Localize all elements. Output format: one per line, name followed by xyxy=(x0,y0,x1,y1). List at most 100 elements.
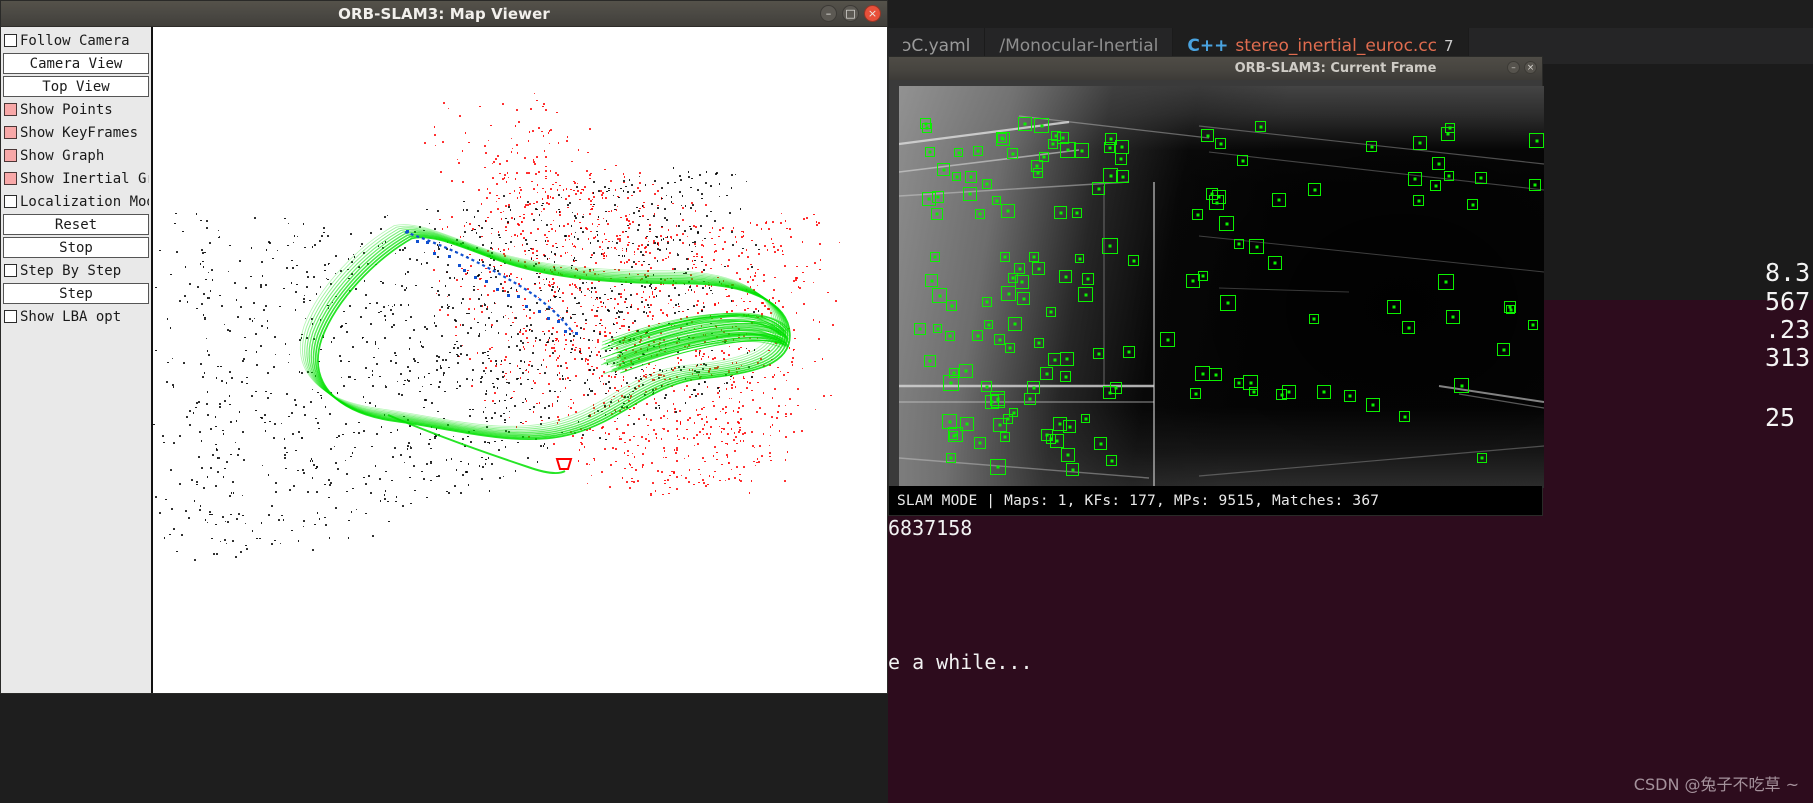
viewer-control-panel[interactable]: Follow Camera Camera View Top View Show Poi… xyxy=(1,27,153,693)
orb-keypoint xyxy=(984,320,993,329)
checkbox-box-show-graph[interactable] xyxy=(4,149,17,162)
orb-keypoint xyxy=(1103,386,1116,399)
map-viewer-titlebar[interactable]: ORB-SLAM3: Map Viewer – □ × xyxy=(1,1,887,27)
orb-keypoint xyxy=(943,375,959,391)
orb-keypoint xyxy=(1317,385,1331,399)
orb-keypoint xyxy=(1366,398,1380,412)
orb-keypoint xyxy=(1057,132,1069,144)
map-viewer-window[interactable]: ORB-SLAM3: Map Viewer – □ × Follow Camer… xyxy=(0,0,888,694)
map-viewer-window-controls[interactable]: – □ × xyxy=(820,5,881,22)
editor-tab-folder-label: /Monocular-Inertial xyxy=(999,36,1159,56)
button-label-stop: Stop xyxy=(59,239,93,256)
checkbox-show-points[interactable]: Show Points xyxy=(3,98,149,121)
checkbox-label-step-by-step: Step By Step xyxy=(20,262,122,279)
editor-tab-yaml-label: ɔC.yaml xyxy=(902,36,971,56)
orb-keypoint xyxy=(1192,209,1203,220)
orb-keypoint xyxy=(1309,314,1319,324)
orb-keypoint xyxy=(1234,239,1244,249)
current-frame-window-controls[interactable]: – × xyxy=(1507,61,1537,74)
orb-keypoint xyxy=(1399,411,1410,422)
orb-keypoint xyxy=(975,209,985,219)
orb-keypoint xyxy=(945,331,955,341)
orb-keypoint xyxy=(959,364,973,378)
orb-keypoint xyxy=(946,300,957,311)
orb-keypoint xyxy=(1032,262,1045,275)
orb-keypoint xyxy=(1014,263,1025,274)
orb-keypoint xyxy=(965,171,977,183)
checkbox-box-show-inertial-graph[interactable] xyxy=(4,172,17,185)
close-icon[interactable]: × xyxy=(864,5,881,22)
orb-keypoint xyxy=(1046,307,1056,317)
csdn-watermark: CSDN @兔子不吃草 ~ xyxy=(1633,775,1799,794)
orb-keypoint xyxy=(1366,141,1377,152)
orb-keypoint xyxy=(1454,378,1469,393)
button-reset[interactable]: Reset xyxy=(3,214,149,235)
orb-keypoint xyxy=(1007,148,1018,159)
current-frame-window[interactable]: ORB-SLAM3: Current Frame – × SLAM MODE |… xyxy=(888,56,1544,516)
edge-number-3: .23 xyxy=(1765,315,1811,344)
checkbox-label-show-graph: Show Graph xyxy=(20,147,105,164)
cpp-file-icon: C++ xyxy=(1187,36,1229,56)
orb-keypoint xyxy=(1074,143,1089,158)
checkbox-step-by-step[interactable]: Step By Step xyxy=(3,259,149,282)
checkbox-show-graph[interactable]: Show Graph xyxy=(3,144,149,167)
current-camera-frustum xyxy=(555,458,573,470)
minimize-icon[interactable]: – xyxy=(820,5,837,22)
map-viewer-body: Follow Camera Camera View Top View Show Poi… xyxy=(1,27,887,693)
button-step[interactable]: Step xyxy=(3,283,149,304)
orb-keypoint xyxy=(1061,448,1075,462)
orb-keypoint xyxy=(1092,182,1105,195)
keyframe-marker xyxy=(433,251,437,255)
orb-keypoint xyxy=(1201,129,1214,142)
checkbox-box-show-lba-opt[interactable] xyxy=(4,310,17,323)
orb-keypoint xyxy=(942,414,957,429)
orb-keypoint xyxy=(1467,199,1478,210)
orb-keypoint xyxy=(1031,160,1043,172)
keyframe-marker xyxy=(447,254,451,258)
checkbox-box-localization-mode[interactable] xyxy=(4,195,17,208)
checkbox-box-step-by-step[interactable] xyxy=(4,264,17,277)
orb-keypoint xyxy=(1115,140,1129,154)
orb-keypoint xyxy=(1048,139,1058,149)
editor-tab-cpp-badge: 7 xyxy=(1444,37,1454,55)
orb-keypoint xyxy=(1106,455,1117,466)
close-icon-small[interactable]: × xyxy=(1524,61,1537,74)
maximize-icon[interactable]: □ xyxy=(842,5,859,22)
orb-keypoint xyxy=(1268,256,1282,270)
checkbox-box-follow-camera[interactable] xyxy=(4,34,17,47)
orb-keypoint xyxy=(1034,118,1049,133)
checkbox-box-show-points[interactable] xyxy=(4,103,17,116)
button-camera-view[interactable]: Camera View xyxy=(3,53,149,74)
orb-keypoint xyxy=(1529,179,1541,191)
button-stop[interactable]: Stop xyxy=(3,237,149,258)
checkbox-show-keyframes[interactable]: Show KeyFrames xyxy=(3,121,149,144)
orb-keypoint xyxy=(1081,414,1090,423)
orb-keypoint xyxy=(1115,153,1127,165)
checkbox-show-inertial-graph[interactable]: Show Inertial Graph xyxy=(3,167,149,190)
keyframe-marker xyxy=(473,276,477,280)
current-frame-titlebar[interactable]: ORB-SLAM3: Current Frame – × xyxy=(889,57,1542,80)
current-frame-image xyxy=(899,86,1544,488)
checkbox-follow-camera[interactable]: Follow Camera xyxy=(3,29,149,52)
orb-keypoint xyxy=(1075,254,1084,263)
orb-keypoint xyxy=(1005,343,1015,353)
keyframe-marker xyxy=(517,295,521,299)
orb-keypoint xyxy=(1059,270,1072,283)
button-top-view[interactable]: Top View xyxy=(3,76,149,97)
checkbox-show-lba-opt[interactable]: Show LBA opt xyxy=(3,305,149,328)
checkbox-box-show-keyframes[interactable] xyxy=(4,126,17,139)
orb-keypoint xyxy=(974,437,986,449)
orb-keypoint xyxy=(1272,193,1286,207)
orb-keypoint xyxy=(1441,127,1455,141)
edge-number-5: 25 xyxy=(1765,403,1796,432)
orb-keypoint xyxy=(920,118,931,129)
map-3d-canvas[interactable] xyxy=(153,27,887,693)
checkbox-localization-mode[interactable]: Localization Mode xyxy=(3,190,149,213)
checkbox-label-localization-mode: Localization Mode xyxy=(20,193,149,210)
orb-keypoint xyxy=(1220,295,1236,311)
orb-keypoint xyxy=(982,297,992,307)
minimize-icon-small[interactable]: – xyxy=(1507,61,1520,74)
button-label-reset: Reset xyxy=(54,216,98,233)
orb-keypoint xyxy=(914,323,926,335)
orb-keypoint xyxy=(1094,437,1107,450)
